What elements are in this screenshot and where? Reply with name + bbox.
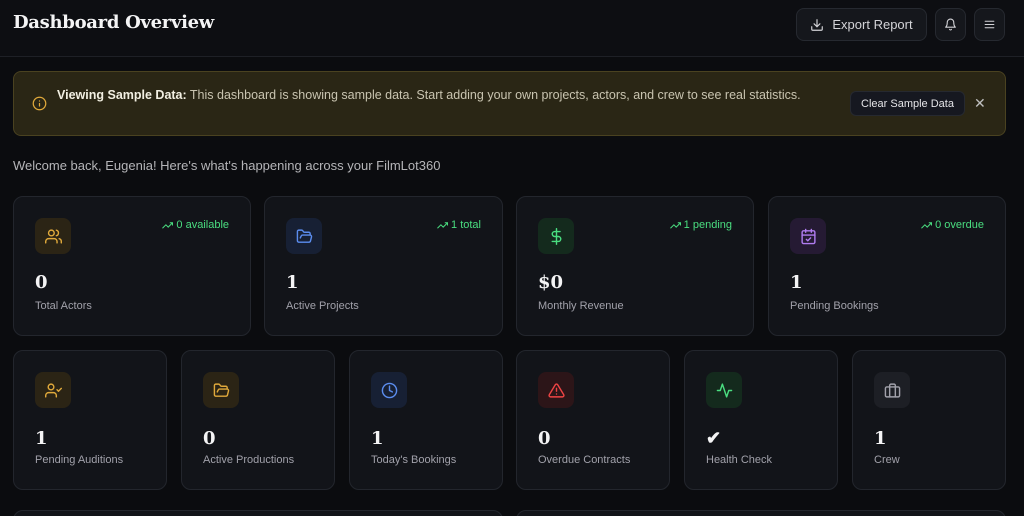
- stat-value: 1: [790, 272, 803, 293]
- clock-icon: [371, 372, 407, 408]
- bell-icon: [945, 18, 956, 31]
- info-icon: [32, 96, 47, 111]
- stat-card-todays-bookings[interactable]: 1 Today's Bookings: [349, 350, 503, 490]
- stat-value: 1: [35, 428, 48, 449]
- clear-sample-data-button[interactable]: Clear Sample Data: [850, 91, 965, 116]
- user-check-icon: [35, 372, 71, 408]
- trend-text: 0 overdue: [935, 219, 984, 231]
- stat-value: 1: [874, 428, 887, 449]
- trend-indicator: 1 total: [437, 219, 481, 231]
- stat-value: 0: [538, 428, 551, 449]
- export-report-label: Export Report: [832, 17, 913, 32]
- stat-card-crew[interactable]: 1 Crew: [852, 350, 1006, 490]
- stat-value: 0: [35, 272, 48, 293]
- welcome-message: Welcome back, Eugenia! Here's what's hap…: [13, 158, 441, 173]
- hamburger-menu-icon: [984, 20, 995, 29]
- trending-up-icon: [437, 221, 449, 229]
- stat-label: Monthly Revenue: [538, 300, 624, 312]
- trending-up-icon: [921, 221, 933, 229]
- export-report-button[interactable]: Export Report: [796, 8, 927, 41]
- users-icon: [35, 218, 71, 254]
- stat-value: ✔: [706, 428, 722, 449]
- stat-card-total-actors[interactable]: 0 available 0 Total Actors: [13, 196, 251, 336]
- calendar-check-icon: [790, 218, 826, 254]
- stat-label: Total Actors: [35, 300, 92, 312]
- stat-label: Active Productions: [203, 454, 295, 466]
- stat-label: Crew: [874, 454, 900, 466]
- notifications-button[interactable]: [935, 8, 966, 41]
- stat-label: Active Projects: [286, 300, 359, 312]
- dollar-icon: [538, 218, 574, 254]
- stat-card-pending-bookings[interactable]: 0 overdue 1 Pending Bookings: [768, 196, 1006, 336]
- banner-body: This dashboard is showing sample data. S…: [186, 88, 801, 102]
- trend-indicator: 1 pending: [669, 219, 732, 231]
- stat-card-active-projects[interactable]: 1 total 1 Active Projects: [264, 196, 503, 336]
- sample-data-banner: Viewing Sample Data: This dashboard is s…: [13, 71, 1006, 136]
- activity-icon: [706, 372, 742, 408]
- trend-text: 0 available: [176, 219, 229, 231]
- stat-label: Pending Auditions: [35, 454, 124, 466]
- trend-indicator: 0 available: [162, 219, 229, 231]
- briefcase-icon: [874, 372, 910, 408]
- alert-triangle-icon: [538, 372, 574, 408]
- stat-value: 1: [371, 428, 384, 449]
- menu-button[interactable]: [974, 8, 1005, 41]
- download-icon: [811, 18, 824, 31]
- bottom-panel-left: [13, 510, 503, 516]
- stat-card-overdue-contracts[interactable]: 0 Overdue Contracts: [516, 350, 670, 490]
- stat-card-monthly-revenue[interactable]: 1 pending $0 Monthly Revenue: [516, 196, 754, 336]
- stat-label: Overdue Contracts: [538, 454, 631, 466]
- stat-card-pending-auditions[interactable]: 1 Pending Auditions: [13, 350, 167, 490]
- stat-card-active-productions[interactable]: 0 Active Productions: [181, 350, 335, 490]
- stat-label: Health Check: [706, 454, 773, 466]
- bottom-panel-right: [516, 510, 1006, 516]
- stat-value: 0: [203, 428, 216, 449]
- stat-label: Today's Bookings: [371, 454, 457, 466]
- folder-open-icon: [203, 372, 239, 408]
- stat-value: 1: [286, 272, 299, 293]
- trend-indicator: 0 overdue: [921, 219, 984, 231]
- folder-icon: [286, 218, 322, 254]
- top-header: Dashboard Overview Export Report: [0, 0, 1024, 57]
- banner-title: Viewing Sample Data:: [57, 88, 187, 102]
- close-icon[interactable]: ✕: [974, 96, 986, 110]
- stat-label: Pending Bookings: [790, 300, 879, 312]
- trend-text: 1 total: [451, 219, 481, 231]
- stat-value: $0: [538, 272, 564, 293]
- trend-text: 1 pending: [683, 219, 732, 231]
- trending-up-icon: [162, 221, 174, 229]
- trending-up-icon: [669, 221, 681, 229]
- banner-message: Viewing Sample Data: This dashboard is s…: [57, 85, 817, 105]
- page-title: Dashboard Overview: [13, 12, 215, 33]
- stat-card-health-check[interactable]: ✔ Health Check: [684, 350, 838, 490]
